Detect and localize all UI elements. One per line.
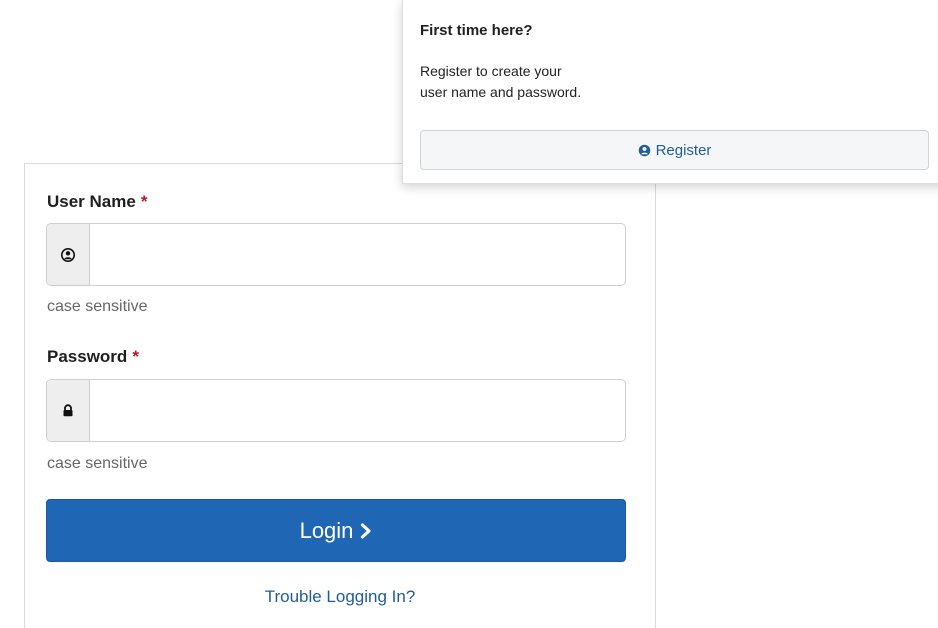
register-button[interactable]: Register xyxy=(420,130,929,170)
password-label-text: Password xyxy=(47,347,128,366)
password-label: Password * xyxy=(47,347,139,367)
password-input[interactable] xyxy=(90,380,625,441)
register-description-line: Register to create your xyxy=(420,63,562,79)
username-input[interactable] xyxy=(90,224,625,285)
required-marker: * xyxy=(132,347,139,366)
required-marker: * xyxy=(140,192,148,211)
login-button[interactable]: Login xyxy=(46,499,626,562)
username-label-text: User Name xyxy=(47,192,136,211)
register-description-line: user name and password. xyxy=(420,84,582,100)
page: User Name * case sensitive Password * ca… xyxy=(0,0,938,628)
register-button-label: Register xyxy=(655,141,712,159)
password-help-text: case sensitive xyxy=(47,455,148,472)
username-label: User Name * xyxy=(47,192,147,212)
username-help-text: case sensitive xyxy=(47,298,148,315)
user-circle-icon xyxy=(638,144,651,157)
register-panel: First time here? Register to create your… xyxy=(402,0,938,184)
register-description: Register to create your user name and pa… xyxy=(420,61,680,103)
username-input-group xyxy=(46,223,626,286)
chevron-right-icon xyxy=(360,522,372,539)
login-panel: User Name * case sensitive Password * ca… xyxy=(24,163,656,628)
lock-icon xyxy=(47,380,90,441)
user-circle-icon xyxy=(47,224,90,285)
register-title: First time here? xyxy=(420,22,533,39)
trouble-logging-in-link[interactable]: Trouble Logging In? xyxy=(25,587,655,607)
password-input-group xyxy=(46,379,626,442)
login-button-label: Login xyxy=(299,517,354,543)
